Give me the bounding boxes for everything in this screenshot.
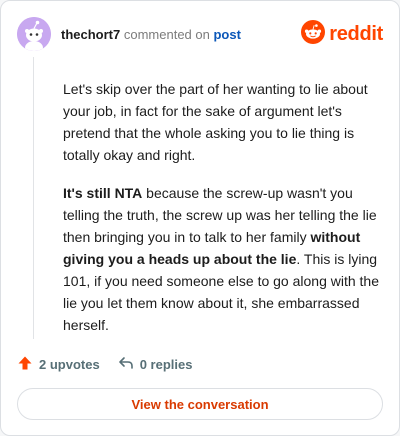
reddit-wordmark: reddit	[329, 22, 383, 45]
post-link[interactable]: post	[213, 27, 240, 42]
reddit-brand[interactable]: reddit	[301, 19, 383, 49]
username-link[interactable]: thechort7	[61, 27, 120, 42]
comment-paragraph: Let's skip over the part of her wanting …	[63, 78, 383, 166]
reply-count: 0 replies	[139, 356, 193, 372]
comment-byline: thechort7 commented on post	[61, 27, 241, 42]
bold-text: It's still NTA	[63, 185, 143, 201]
comment-embed-card: thechort7 commented on post reddit Let's…	[0, 0, 400, 436]
upvote-arrow-icon	[17, 355, 39, 374]
comment-header: thechort7 commented on post reddit	[17, 17, 383, 51]
view-conversation-button[interactable]: View the conversation	[17, 388, 383, 420]
comment-actions: 2 upvotes 0 replies	[17, 354, 192, 374]
upvote-button[interactable]: 2 upvotes	[17, 355, 100, 374]
reply-button[interactable]: 0 replies	[118, 355, 193, 374]
upvote-count: 2 upvotes	[39, 356, 100, 372]
reply-arrow-icon	[118, 355, 140, 374]
thread-line	[33, 57, 34, 339]
comment-body: Let's skip over the part of her wanting …	[63, 78, 383, 352]
snoo-avatar-icon[interactable]	[17, 17, 51, 51]
commented-on-label: commented on	[123, 26, 210, 42]
text-segment: Let's skip over the part of her wanting …	[63, 81, 368, 163]
comment-paragraph: It's still NTA because the screw-up wasn…	[63, 182, 383, 336]
reddit-logo-icon	[301, 19, 326, 49]
